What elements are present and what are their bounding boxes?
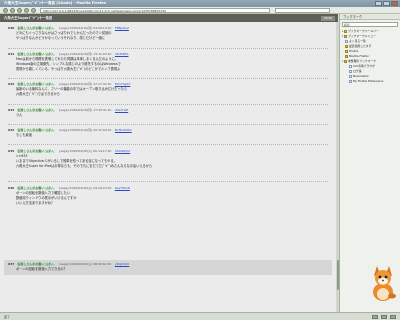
post-id-link[interactable]: ZeyYtKGR <box>115 186 130 190</box>
post-number[interactable]: 633 <box>8 108 14 112</box>
post-body: もしも最強 <box>16 133 32 137</box>
page-icon <box>349 80 352 83</box>
post-author: 名無しさん＠お腹いっぱい。 <box>17 108 57 112</box>
status-indicators <box>372 313 396 320</box>
folder-icon <box>345 45 348 48</box>
post-body: ボーンの回転を数値入力で確認したい 数値用ウィンドウの表示がいけるんですか いい… <box>16 191 77 206</box>
post-date: [sage] 2010/04/19(月) 13:11:03 ID: <box>59 52 112 56</box>
folder-icon <box>344 60 347 63</box>
home-icon[interactable] <box>31 8 36 13</box>
bookmark-item[interactable]: My Firefox Extensions <box>340 79 400 84</box>
post-id-link[interactable]: FEBjobe2 <box>115 26 129 30</box>
post-author: 名無しさん＠お腹いっぱい。 <box>17 82 57 86</box>
post-number[interactable]: 630 <box>8 26 14 30</box>
post: 633 名無しさん＠お腹いっぱい。 [sage] 2010/04/19(月) 1… <box>8 108 328 118</box>
thread-content: 630 名無しさん＠お腹いっぱい。 [sage] 2010/04/19(月) 0… <box>0 22 336 312</box>
post-highlighted: 637 名無しさん＠お腹いっぱい。 [sage] 2010/04/20(火) 0… <box>4 260 332 276</box>
post-divider <box>8 48 328 49</box>
post-date: [sage] 2010/04/20(火) 08:56:02 ID: <box>59 262 112 266</box>
post-author: 名無しさん＠お腹いっぱい。 <box>17 186 57 190</box>
status-indicator-icon[interactable] <box>390 315 396 319</box>
post-number[interactable]: 632 <box>8 82 14 86</box>
post-body: ボーンの回転を数値入力できるの？ <box>16 267 67 271</box>
reload-icon[interactable] <box>17 8 22 13</box>
thread-title: 六角大王Super(ﾟ∀ﾟ)十一角目 <box>4 16 53 20</box>
navigation-toolbar: http://127.0.0.1:8823/thread/http://pc11… <box>0 7 400 14</box>
folder-icon <box>345 55 348 58</box>
post-divider <box>8 78 328 79</box>
status-text: 完了 <box>4 315 11 319</box>
status-indicator-icon[interactable] <box>381 315 387 319</box>
folder-icon <box>345 50 348 53</box>
post-date: [sage] 2010/04/20(火) 04:24:23 ID: <box>59 186 112 190</box>
post: 635 名無しさん＠お腹いっぱい。 [sage] 2010/04/20(火) 0… <box>8 149 328 170</box>
page-icon <box>349 75 352 78</box>
post-author: 名無しさん＠お腹いっぱい。 <box>17 149 57 153</box>
window-controls <box>375 1 398 6</box>
post-number[interactable]: 631 <box>8 52 14 56</box>
post-author: 名無しさん＠お腹いっぱい。 <box>17 26 57 30</box>
post-id-link[interactable]: /SGdYwE <box>115 108 128 112</box>
post: 630 名無しさん＠お腹いっぱい。 [sage] 2010/04/19(月) 0… <box>8 26 328 41</box>
fox-mascot-icon <box>373 266 396 301</box>
post-id-link[interactable]: 3tLfbPNo <box>115 52 129 56</box>
minimize-button[interactable] <box>375 1 382 6</box>
sidebar-title: ブックマーク <box>340 14 400 20</box>
post-body: 最新のいる無料なんて、フリーの機能の中ではオープン取り込みだけだったら 六角大王… <box>16 87 128 97</box>
thread-tab-button[interactable]: 00:00 <box>321 15 335 21</box>
post-body: >>633 いままでObjective-Cがいるしで簡単を知ってある目になっても… <box>16 154 153 169</box>
post-divider <box>8 181 328 182</box>
thread-tab-bar: 六角大王Super(ﾟ∀ﾟ)十一角目 00:00 <box>0 14 338 22</box>
post-divider <box>8 104 328 105</box>
post-number[interactable]: 636 <box>8 186 14 190</box>
close-button[interactable] <box>391 1 398 6</box>
post-date: [sage] 2010/04/19(月) 17:17:32 ID: <box>59 82 112 86</box>
post-body: Macは前から開発を表明してれたも同期は本体しまくるんだのように。 Window… <box>16 57 121 72</box>
post-date: [sage] 2010/04/19(月) 04:09:10 ID: <box>59 26 112 30</box>
page-icon <box>345 40 348 43</box>
folder-icon <box>344 35 347 38</box>
status-indicator-icon[interactable] <box>372 315 378 319</box>
post: 632 名無しさん＠お腹いっぱい。 [sage] 2010/04/19(月) 1… <box>8 82 328 97</box>
post-date: [sage] 2010/04/20(火) 00:14:17 ID: <box>59 149 112 153</box>
post: 636 名無しさん＠お腹いっぱい。 [sage] 2010/04/20(火) 0… <box>8 186 328 207</box>
post-id-link[interactable]: EXn70g0X <box>115 82 131 86</box>
back-arrow-icon[interactable] <box>3 8 8 13</box>
post-number[interactable]: 635 <box>8 149 14 153</box>
post-id-link[interactable]: ht44QDjm <box>115 149 130 153</box>
page-icon <box>349 65 352 68</box>
post: 634 名無しさん＠お腹いっぱい。 [sage] 2010/04/19(月) 2… <box>8 128 328 138</box>
window-titlebar: 六角大王Super(ﾟ∀ﾟ)十一角目 [Shade] - Mozilla Fir… <box>0 0 400 7</box>
post-body: うん <box>16 113 23 117</box>
post-author: 名無しさん＠お腹いっぱい。 <box>17 128 57 132</box>
maximize-button[interactable] <box>383 1 390 6</box>
post-number[interactable]: 634 <box>8 128 14 132</box>
sidebar-search-input[interactable]: 検索: <box>342 22 398 27</box>
search-input[interactable] <box>275 8 330 13</box>
post-date: [sage] 2010/04/19(月) 22:12:04 ID: <box>59 128 112 132</box>
post-number[interactable]: 637 <box>8 262 14 266</box>
bookmark-label: My Firefox Extensions <box>353 79 384 83</box>
url-input[interactable]: http://127.0.0.1:8823/thread/http://pc11… <box>40 8 270 13</box>
post-id-link[interactable]: yKCJhDAY <box>115 262 129 266</box>
forward-arrow-icon[interactable] <box>10 8 15 13</box>
post-body: どれにもぐっさりなんかはさっぱりわでしかんだったのでシ前回の やっぱりなんかどう… <box>16 31 112 41</box>
post-author: 名無しさん＠お腹いっぱい。 <box>17 262 57 266</box>
post-divider <box>8 124 328 125</box>
window-title: 六角大王Super(ﾟ∀ﾟ)十一角目 [Shade] - Mozilla Fir… <box>4 1 107 5</box>
status-bar: 完了 <box>0 312 400 320</box>
post: 631 名無しさん＠お腹いっぱい。 [sage] 2010/04/19(月) 1… <box>8 52 328 73</box>
post-divider <box>8 144 328 145</box>
folder-icon <box>344 30 347 33</box>
post-author: 名無しさん＠お腹いっぱい。 <box>17 52 57 56</box>
page-icon <box>349 70 352 73</box>
post-id-link[interactable]: BcMvSCOQ <box>115 128 132 132</box>
stop-icon[interactable] <box>24 8 29 13</box>
post-date: [sage] 2010/04/19(月) 17:43:41 ID: <box>59 108 112 112</box>
